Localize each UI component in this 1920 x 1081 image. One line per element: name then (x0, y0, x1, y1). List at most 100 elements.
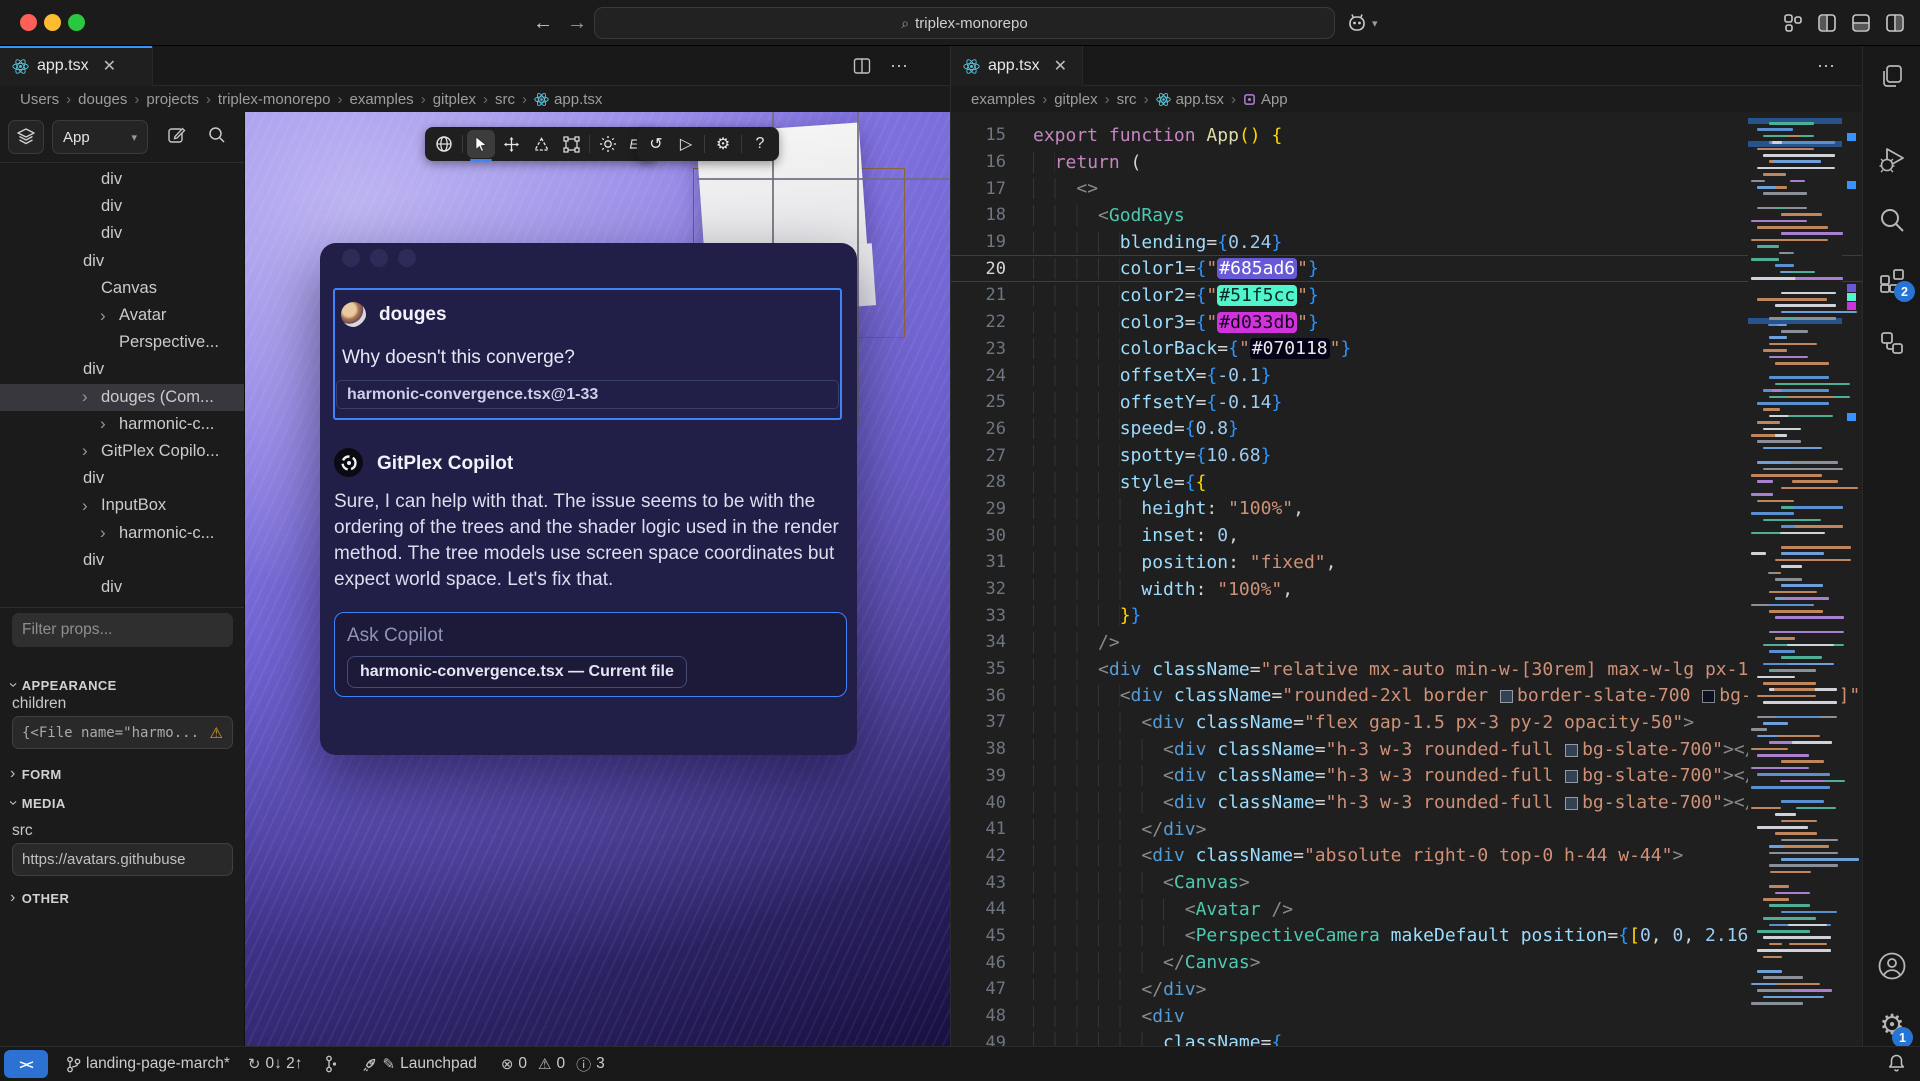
tree-item-div[interactable]: div (0, 193, 245, 220)
breadcrumb-item[interactable]: Users (20, 91, 59, 108)
minimize-window-button[interactable] (44, 14, 61, 31)
overview-ruler[interactable] (1846, 112, 1858, 1046)
bell-icon (1887, 1053, 1906, 1073)
breadcrumb-item[interactable]: app.tsx (534, 91, 602, 108)
breadcrumb-item[interactable]: gitplex (433, 91, 476, 108)
undo-button[interactable]: ↺ (642, 130, 670, 158)
attachment-chip[interactable]: harmonic-convergence.tsx@1-33 (336, 380, 839, 409)
tree-item-avatar[interactable]: ›Avatar (0, 302, 245, 329)
tree-item-div[interactable]: div (0, 356, 245, 383)
assistant-menu-button[interactable]: ▾ (1346, 10, 1392, 36)
more-actions-icon[interactable]: ⋯ (890, 56, 909, 77)
branch-icon (66, 1056, 81, 1073)
rotate-tool-button[interactable] (527, 130, 555, 158)
tree-item-douges-com-[interactable]: ›douges (Com... (0, 384, 245, 411)
line-number: 27 (951, 446, 1006, 466)
breadcrumb-item[interactable]: triplex-monorepo (218, 91, 331, 108)
left-tab-bar: app.tsx ✕ ⋯ (0, 46, 950, 86)
extensions-button[interactable]: 2 (1863, 258, 1920, 302)
status-bar: >< landing-page-march* ↻ 0↓ 2↑ ✎ Launchp… (0, 1046, 1920, 1081)
git-graph-icon (321, 1055, 337, 1073)
tree-item-div[interactable]: div (0, 166, 245, 193)
scale-tool-button[interactable] (557, 130, 585, 158)
breadcrumb-item[interactable]: douges (78, 91, 127, 108)
copy-files-button[interactable] (1863, 54, 1920, 98)
play-button[interactable]: ▷ (672, 130, 700, 158)
split-right-icon[interactable] (1884, 12, 1906, 34)
zoom-window-button[interactable] (68, 14, 85, 31)
tree-item-div[interactable]: div (0, 574, 245, 601)
section-form[interactable]: › FORM (10, 765, 62, 783)
breadcrumb-item[interactable]: gitplex (1054, 91, 1097, 108)
tree-item-label: div (101, 224, 122, 243)
notifications-bell-button[interactable] (1887, 1053, 1906, 1078)
more-actions-icon[interactable]: ⋯ (1817, 56, 1836, 77)
tree-item-canvas[interactable]: Canvas (0, 275, 245, 302)
indent-guide (1033, 659, 1098, 680)
split-editor-icon[interactable] (852, 56, 872, 76)
tree-item-harmonic-c-[interactable]: ›harmonic-c... (0, 411, 245, 438)
tree-item-gitplex-copilo-[interactable]: ›GitPlex Copilo... (0, 438, 245, 465)
tree-item-div[interactable]: div (0, 465, 245, 492)
layers-button[interactable] (8, 120, 44, 154)
src-prop-input[interactable]: https://avatars.githubuse (12, 843, 233, 876)
run-debug-button[interactable] (1863, 138, 1920, 182)
section-media[interactable]: › MEDIA (10, 794, 66, 812)
split-left-icon[interactable] (1816, 12, 1838, 34)
tree-item-div[interactable]: div (0, 220, 245, 247)
address-bar[interactable]: ⌕ triplex-monorepo (594, 7, 1335, 39)
children-prop-input[interactable]: {<File name="harmo... ⚠ (12, 716, 233, 749)
search-button[interactable] (1863, 198, 1920, 242)
problems-item[interactable]: ⊗ 0 ⚠ 0 ⓘ 3 (501, 1054, 605, 1075)
component-scope-select[interactable]: App ▾ (52, 120, 148, 154)
git-sync-item[interactable]: ↻ 0↓ 2↑ (248, 1055, 303, 1073)
scene-viewport[interactable]: ↺ ▷ ⚙ ? douges Why doesn't this converge… (245, 112, 950, 1046)
launchpad-item[interactable]: ✎ Launchpad (361, 1055, 477, 1073)
section-appearance[interactable]: › APPEARANCE (10, 676, 117, 694)
line-number: 28 (951, 472, 1006, 492)
selected-element-outline[interactable]: douges Why doesn't this converge? harmon… (333, 288, 842, 420)
forward-button[interactable]: → (564, 10, 590, 36)
move-tool-button[interactable] (497, 130, 525, 158)
account-button[interactable] (1863, 944, 1920, 988)
layout-grid-icon[interactable] (1782, 12, 1804, 34)
warning-icon: ⚠ (210, 724, 223, 742)
close-tab-icon[interactable]: ✕ (1054, 56, 1067, 76)
tree-item-harmonic-c-[interactable]: ›harmonic-c... (0, 519, 245, 546)
breadcrumb-item[interactable]: src (495, 91, 515, 108)
help-button[interactable]: ? (746, 130, 774, 158)
minimap[interactable] (1748, 116, 1842, 1016)
close-tab-icon[interactable]: ✕ (103, 56, 116, 76)
world-space-button[interactable] (430, 130, 458, 158)
breadcrumb-item[interactable]: projects (146, 91, 199, 108)
components-button[interactable] (1863, 321, 1920, 365)
tree-item-inputbox[interactable]: ›InputBox (0, 492, 245, 519)
edit-component-button[interactable] (166, 125, 187, 151)
manage-button[interactable]: ⚙ 1 (1863, 1002, 1920, 1046)
tab-app-tsx-left[interactable]: app.tsx ✕ (0, 46, 153, 86)
section-other[interactable]: › OTHER (10, 889, 69, 907)
select-tool-button[interactable] (467, 130, 495, 158)
git-branch-item[interactable]: landing-page-march* (66, 1055, 230, 1073)
settings-button[interactable]: ⚙ (709, 130, 737, 158)
remote-indicator-button[interactable]: >< (4, 1050, 48, 1078)
rows-icon[interactable] (1850, 12, 1872, 34)
tree-item-div[interactable]: div (0, 248, 245, 275)
back-button[interactable]: ← (530, 10, 556, 36)
copilot-input[interactable]: Ask Copilot harmonic-convergence.tsx — C… (334, 612, 847, 697)
breadcrumb-item[interactable]: examples (971, 91, 1035, 108)
current-file-chip[interactable]: harmonic-convergence.tsx — Current file (347, 656, 687, 688)
tab-app-tsx-right[interactable]: app.tsx ✕ (951, 46, 1083, 86)
close-window-button[interactable] (20, 14, 37, 31)
search-elements-button[interactable] (207, 125, 227, 150)
breadcrumb-item[interactable]: src (1117, 91, 1137, 108)
breadcrumb-item[interactable]: examples (349, 91, 413, 108)
git-graph-item[interactable] (321, 1055, 337, 1073)
code-editor[interactable]: 15export function App() {16 return (17 <… (950, 112, 1862, 1046)
breadcrumb-item[interactable]: app.tsx (1156, 91, 1224, 108)
tree-item-div[interactable]: div (0, 547, 245, 574)
lighting-button[interactable] (594, 130, 622, 158)
breadcrumb-item[interactable]: App (1243, 91, 1288, 108)
filter-props-input[interactable] (12, 613, 233, 647)
tree-item-perspective-[interactable]: Perspective... (0, 329, 245, 356)
